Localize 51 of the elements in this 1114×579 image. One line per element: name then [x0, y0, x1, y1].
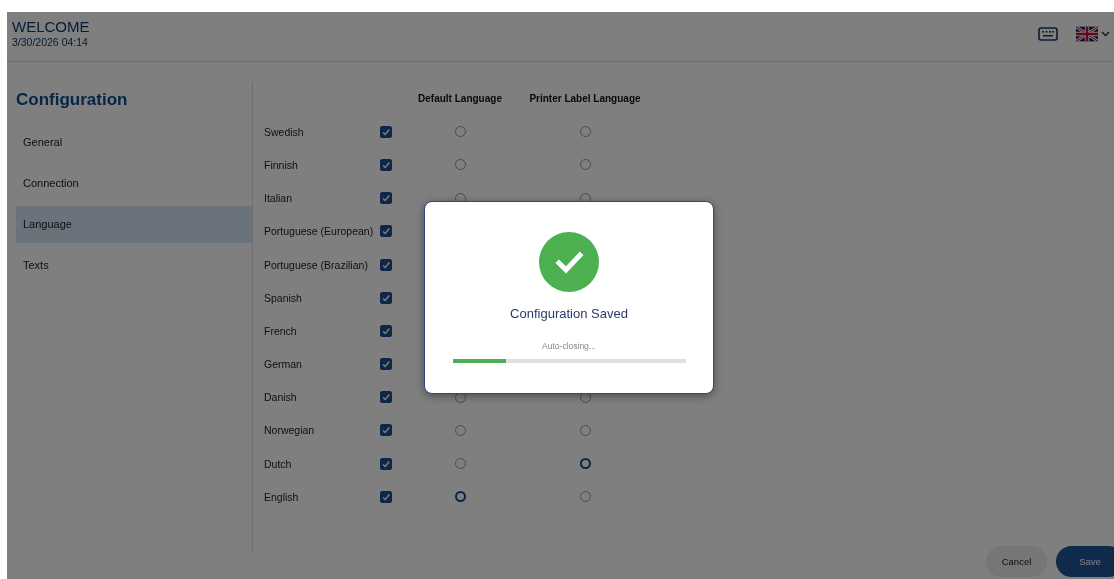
date-time: 3/30/2026 04:14 [12, 36, 89, 48]
language-name: Norwegian [264, 424, 315, 437]
checkbox[interactable] [380, 424, 392, 437]
keyboard-icon[interactable] [1038, 27, 1058, 41]
checkbox[interactable] [380, 391, 392, 404]
language-name: English [264, 490, 299, 503]
checkbox[interactable] [380, 358, 392, 371]
language-name: Spanish [264, 291, 302, 304]
sidebar-item[interactable]: Texts [16, 247, 252, 284]
radio-button[interactable] [579, 424, 591, 436]
checkbox[interactable] [380, 192, 392, 205]
checkbox[interactable] [380, 324, 392, 337]
language-name: Italian [264, 192, 293, 205]
checkbox[interactable] [380, 258, 392, 271]
page-title: WELCOME [12, 18, 90, 35]
status-text: Auto-closing... [542, 341, 596, 351]
language-name: Danish [264, 391, 297, 404]
column-header: Default Language [418, 93, 502, 104]
radio-button[interactable] [579, 458, 591, 470]
radio-button[interactable] [454, 491, 466, 503]
checkbox[interactable] [380, 125, 392, 138]
language-name: Dutch [264, 457, 292, 470]
language-name: Swedish [264, 125, 304, 138]
radio-button[interactable] [579, 126, 591, 138]
language-name: French [264, 324, 297, 337]
save-button[interactable]: Save [1056, 546, 1114, 577]
radio-button[interactable] [579, 491, 591, 503]
sidebar-item[interactable]: General [16, 124, 252, 161]
language-name: Finnish [264, 158, 298, 171]
success-check-icon [539, 232, 599, 292]
language-name: German [264, 358, 302, 371]
flag-icon[interactable] [1076, 26, 1098, 42]
checkbox[interactable] [380, 457, 392, 470]
checkbox[interactable] [380, 225, 392, 238]
radio-button[interactable] [454, 126, 466, 138]
radio-button[interactable] [454, 159, 466, 171]
radio-button[interactable] [579, 159, 591, 171]
column-header: Printer Label Language [529, 93, 641, 104]
radio-button[interactable] [454, 458, 466, 470]
dialog-message: Configuration Saved [510, 306, 628, 321]
language-name: Portuguese (European) [264, 225, 374, 238]
radio-button[interactable] [454, 424, 466, 436]
checkbox[interactable] [380, 291, 392, 304]
section-title: Configuration [16, 89, 129, 111]
cancel-button[interactable]: Cancel [986, 546, 1047, 577]
sidebar-item[interactable]: Language [16, 206, 252, 243]
checkbox[interactable] [380, 490, 392, 503]
sidebar-item[interactable]: Connection [16, 165, 252, 202]
caret-icon[interactable] [1101, 31, 1110, 37]
checkbox[interactable] [380, 158, 392, 171]
language-name: Portuguese (Brazilian) [264, 258, 368, 271]
